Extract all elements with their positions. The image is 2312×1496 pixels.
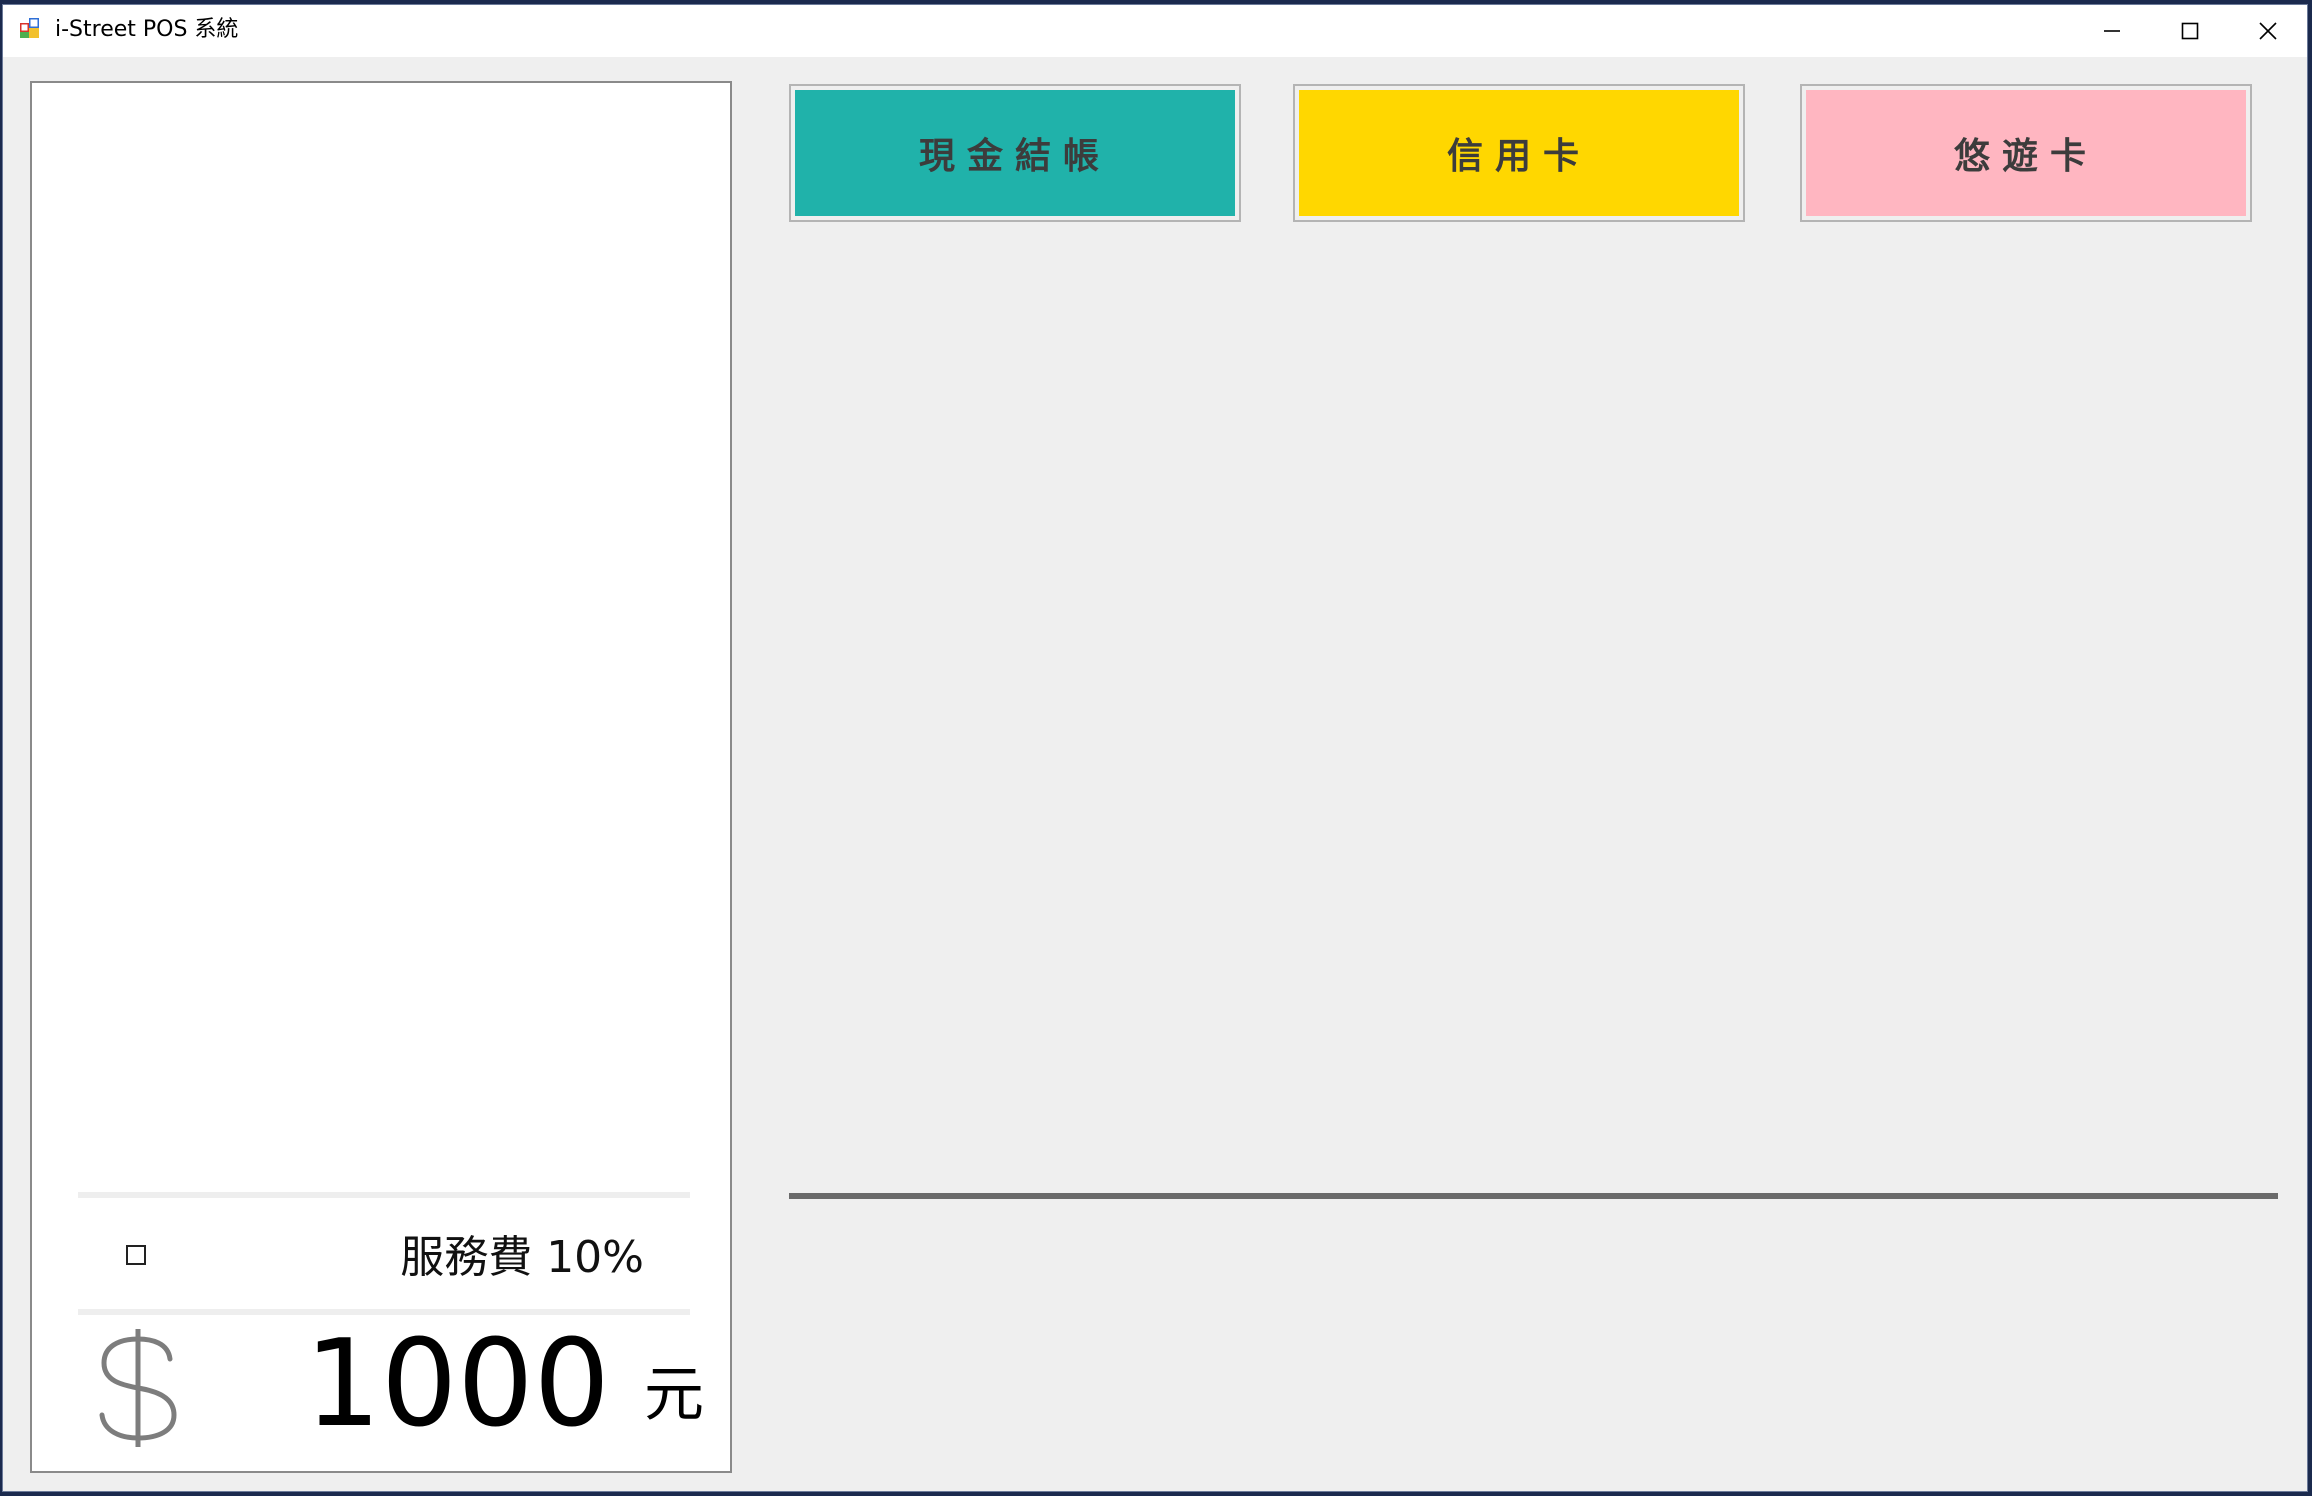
cash-checkout-button[interactable]: 現金結帳: [789, 84, 1241, 222]
maximize-icon: [2181, 22, 2199, 40]
close-button[interactable]: [2229, 5, 2307, 57]
easycard-button[interactable]: 悠遊卡: [1800, 84, 2252, 222]
maximize-button[interactable]: [2151, 5, 2229, 57]
minimize-button[interactable]: [2073, 5, 2151, 57]
minimize-icon: [2104, 30, 2120, 32]
currency-unit: 元: [644, 1360, 704, 1430]
title-bar[interactable]: i-Street POS 系統: [3, 5, 2307, 57]
service-fee-label: 服務費 10%: [400, 1232, 644, 1283]
divider: [78, 1192, 690, 1198]
dollar-sign-icon: [99, 1329, 177, 1447]
easycard-label: 悠遊卡: [1806, 90, 2246, 216]
order-list-panel[interactable]: 服務費 10% 1000 元: [30, 81, 732, 1473]
total-amount: 1000: [304, 1315, 610, 1454]
separator-line: [789, 1193, 2278, 1199]
credit-card-button[interactable]: 信用卡: [1293, 84, 1745, 222]
close-icon: [2259, 22, 2277, 40]
app-icon: [20, 18, 39, 38]
cash-checkout-label: 現金結帳: [795, 90, 1235, 216]
service-fee-checkbox[interactable]: [126, 1245, 146, 1265]
app-window: i-Street POS 系統 服務費 10% 1000 元 現金結帳 信用卡 …: [2, 4, 2308, 1492]
window-title: i-Street POS 系統: [55, 17, 239, 42]
client-area: 服務費 10% 1000 元 現金結帳 信用卡 悠遊卡: [3, 57, 2307, 1491]
credit-card-label: 信用卡: [1299, 90, 1739, 216]
